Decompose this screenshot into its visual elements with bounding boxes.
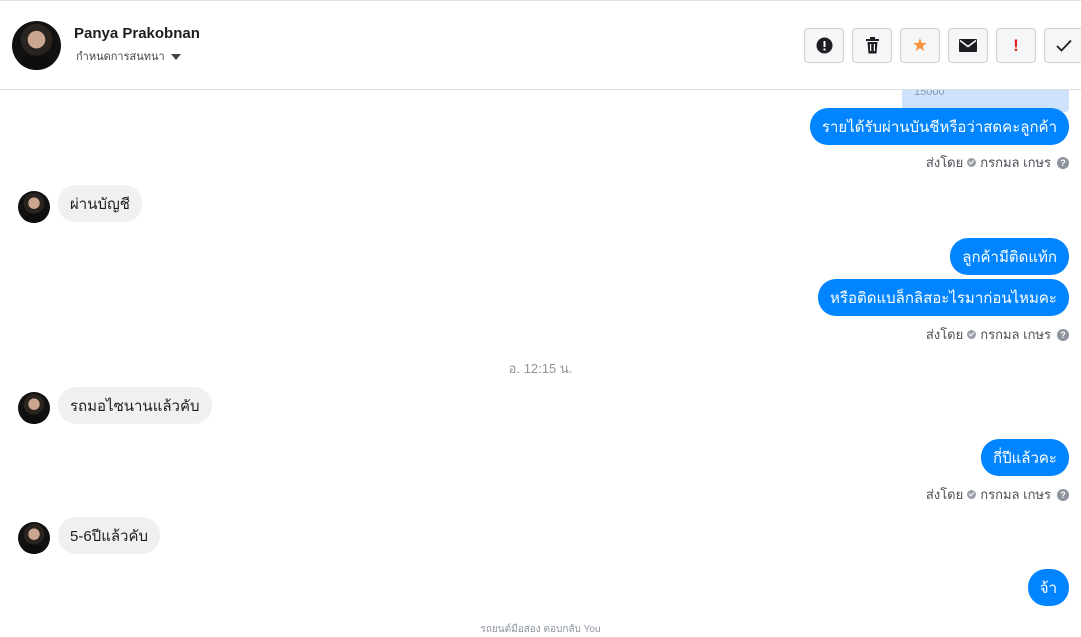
incoming-message[interactable]: 5-6ปีแล้วคับ bbox=[58, 517, 161, 554]
contact-avatar[interactable] bbox=[12, 21, 61, 70]
sent-by-label: ส่งโดย bbox=[925, 487, 964, 502]
outgoing-message[interactable]: หรือติดแบล็กลิสอะไรมาก่อนไหมคะ bbox=[818, 279, 1069, 316]
sent-by-label: ส่งโดย bbox=[925, 327, 964, 342]
contact-avatar-small[interactable] bbox=[18, 191, 50, 223]
trash-icon bbox=[865, 37, 879, 54]
contact-avatar-small[interactable] bbox=[18, 392, 50, 424]
done-button[interactable] bbox=[1044, 28, 1081, 63]
help-icon[interactable]: ? bbox=[1057, 488, 1069, 501]
help-icon[interactable]: ? bbox=[1057, 328, 1069, 341]
sent-by-name[interactable]: กรกมล เกษร bbox=[980, 324, 1051, 345]
info-button[interactable] bbox=[804, 28, 844, 63]
sent-by-name[interactable]: กรกมล เกษร bbox=[980, 484, 1051, 505]
delete-button[interactable] bbox=[852, 28, 892, 63]
message-thread[interactable]: 15000 รายได้รับผ่านบันชีหรือว่าสดคะลูกค้… bbox=[0, 90, 1081, 635]
exclamation-icon: ! bbox=[1013, 35, 1019, 55]
caret-down-icon bbox=[170, 53, 181, 60]
outgoing-message[interactable]: กี่ปีแล้วคะ bbox=[981, 439, 1069, 476]
conversation-toolbar: ★ ! bbox=[804, 28, 1081, 63]
contact-avatar-small[interactable] bbox=[18, 522, 50, 554]
verified-check-icon bbox=[967, 158, 977, 167]
assign-label: กำหนดการสนทนา bbox=[76, 51, 165, 63]
incoming-message[interactable]: ผ่านบัญชี bbox=[58, 185, 142, 222]
outgoing-message[interactable]: ลูกค้ามีติดแท้ก bbox=[950, 238, 1069, 275]
sent-by-line: ส่งโดย กรกมล เกษร ? bbox=[926, 152, 1069, 173]
reply-attribution: รถยนต์มือสอง ตอบกลับ You bbox=[480, 624, 601, 635]
message-timestamp: อ. 12:15 น. bbox=[508, 361, 573, 376]
outgoing-message[interactable]: รายได้รับผ่านบันชีหรือว่าสดคะลูกค้า bbox=[809, 108, 1069, 145]
check-icon bbox=[1055, 39, 1072, 52]
sent-by-line: ส่งโดย กรกมล เกษร ? bbox=[926, 324, 1069, 345]
star-button[interactable]: ★ bbox=[900, 28, 940, 63]
help-icon[interactable]: ? bbox=[1057, 156, 1069, 169]
sent-by-line: ส่งโดย กรกมล เกษร ? bbox=[926, 484, 1069, 505]
assign-conversation-dropdown[interactable]: กำหนดการสนทนา bbox=[76, 47, 181, 65]
sent-by-label: ส่งโดย bbox=[925, 155, 964, 170]
spam-button[interactable]: ! bbox=[996, 28, 1036, 63]
outgoing-message[interactable]: จ้า bbox=[1027, 569, 1069, 606]
verified-check-icon bbox=[967, 330, 977, 339]
contact-name[interactable]: Panya Prakobnan bbox=[74, 25, 200, 42]
conversation-header: Panya Prakobnan กำหนดการสนทนา ★ ! bbox=[0, 0, 1081, 90]
star-icon: ★ bbox=[911, 35, 929, 55]
verified-check-icon bbox=[967, 490, 977, 499]
mark-unread-button[interactable] bbox=[948, 28, 988, 63]
info-circle-icon bbox=[816, 37, 832, 54]
incoming-message[interactable]: รถมอไซนานแล้วคับ bbox=[58, 387, 212, 424]
envelope-icon bbox=[959, 39, 977, 52]
sent-by-name[interactable]: กรกมล เกษร bbox=[980, 152, 1051, 173]
